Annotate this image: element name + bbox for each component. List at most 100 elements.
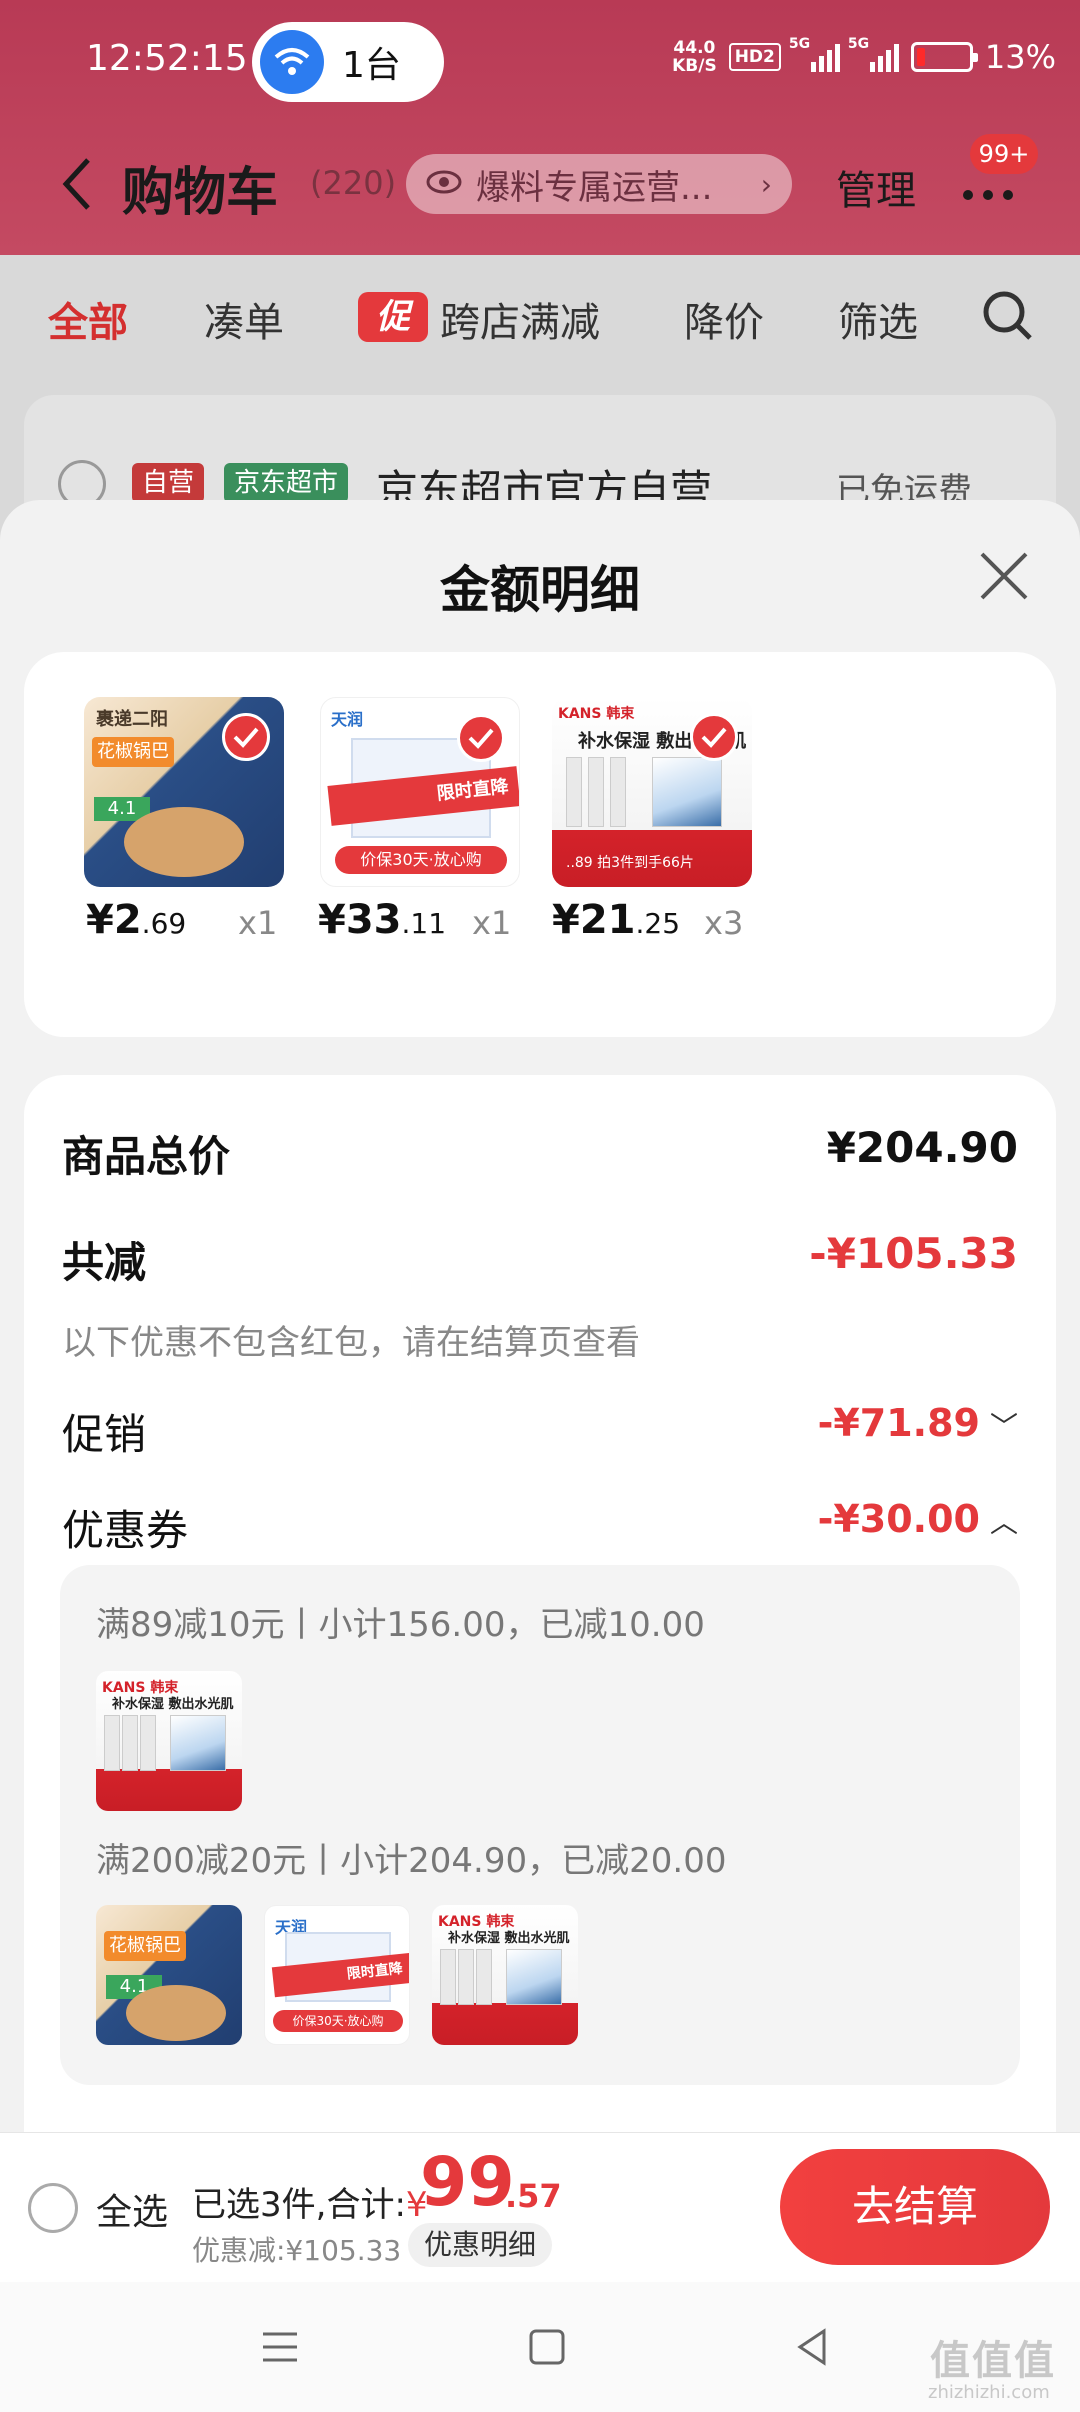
- total-reduction-label: 共减: [62, 1238, 147, 1287]
- promotion-row[interactable]: -¥71.89 ﹀: [818, 1401, 1018, 1445]
- total-reduction-value: -¥105.33: [809, 1229, 1018, 1278]
- coupon-value: -¥30.00: [817, 1497, 980, 1541]
- status-bar: 12:52:15 1台 44.0 KB/S HD2 5G 5G 13%: [0, 20, 1080, 106]
- promotion-label: 促销: [62, 1410, 147, 1459]
- back-triangle-icon[interactable]: [788, 2322, 838, 2372]
- scoop-label: 爆料专属运营...: [476, 167, 713, 208]
- product-image-milk: 天润 限时直降 价保30天·放心购: [320, 697, 520, 887]
- product-item[interactable]: KANS 韩束 补水保湿 敷出水光肌 ..89 拍3件到手66片: [552, 697, 752, 887]
- signal2-label: 5G: [847, 36, 870, 52]
- image-tag-text: 花椒锅巴: [92, 737, 174, 767]
- product-image-mask: KANS 韩束 补水保湿 敷出水光肌 ..89 拍3件到手66片: [552, 697, 752, 887]
- watermark-logo: 值值值: [930, 2338, 1056, 2384]
- checkout-bar: 全选 已选3件,合计:¥ 99 .57 优惠减:¥105.33 优惠明细 去结算: [0, 2132, 1080, 2282]
- net-speed: 44.0 KB/S: [672, 39, 717, 75]
- coupon-product-thumb: KANS 韩束 补水保湿 敷出水光肌: [96, 1671, 242, 1811]
- product-item[interactable]: 裹递二阳 花椒锅巴 4.1: [84, 697, 284, 887]
- battery-icon: [910, 42, 978, 72]
- chevron-right-icon: ›: [760, 167, 772, 201]
- back-arrow-icon[interactable]: [58, 154, 98, 214]
- tab-cross-store[interactable]: 跨店满减: [440, 290, 600, 348]
- cart-count: (220): [310, 164, 397, 202]
- promotion-value: -¥71.89: [817, 1401, 980, 1445]
- page-title: 购物车: [122, 163, 279, 223]
- amount-detail-sheet: 金额明细 裹递二阳 花椒锅巴 4.1 ¥2.69 x1 天润 限时直降 价保30…: [0, 500, 1080, 2135]
- tab-all[interactable]: 全部: [48, 290, 128, 348]
- reduction-note: 以下优惠不包含红包，请在结算页查看: [62, 1323, 640, 1363]
- status-time: 12:52:15: [86, 38, 248, 79]
- total-amount-dec: .57: [505, 2177, 562, 2215]
- menu-icon[interactable]: [255, 2322, 305, 2372]
- coupon-rule-2: 满200减20元丨小计204.90，已减20.00: [96, 1841, 727, 1881]
- coupon-rule-1: 满89减10元丨小计156.00，已减10.00: [96, 1605, 705, 1645]
- net-speed-value: 44.0: [673, 38, 716, 58]
- coupon-row[interactable]: -¥30.00 ︿: [818, 1497, 1018, 1541]
- hd-badge: HD2: [728, 43, 781, 71]
- total-amount-int: 99: [420, 2143, 515, 2222]
- selection-summary: 已选3件,合计:¥: [192, 2177, 428, 2226]
- wifi-cast-icon: [260, 30, 324, 94]
- image-foot-text: ..89 拍3件到手66片: [566, 855, 694, 871]
- total-price-label: 商品总价: [62, 1132, 231, 1181]
- signal-5g-icon: 5G: [789, 36, 840, 72]
- manage-button[interactable]: 管理: [836, 158, 916, 216]
- tab-filter[interactable]: 筛选: [838, 290, 918, 348]
- thumb-foot-text: 价保30天·放心购: [273, 2010, 403, 2032]
- supermarket-tag: 京东超市: [224, 463, 349, 503]
- coupon-product-thumb: 天润 限时直降 价保30天·放心购: [264, 1905, 410, 2045]
- message-badge: 99+: [970, 134, 1038, 174]
- product-price: ¥33.11: [318, 897, 447, 943]
- watermark-url: zhizhizhi.com: [928, 2382, 1050, 2403]
- select-all-label[interactable]: 全选: [96, 2183, 168, 2235]
- product-price: ¥21.25: [552, 897, 681, 943]
- check-icon: [690, 713, 738, 761]
- checkout-button[interactable]: 去结算: [780, 2149, 1050, 2265]
- nav-bar: 购物车 (220) 爆料专属运营... › 管理: [0, 140, 1080, 230]
- image-brand-text: 裹递二阳: [96, 709, 168, 730]
- system-nav-bar: [0, 2282, 1080, 2412]
- status-indicators: 44.0 KB/S HD2 5G 5G 13%: [672, 36, 1056, 76]
- self-operated-tag: 自营: [132, 463, 205, 503]
- tab-price-drop[interactable]: 降价: [684, 290, 764, 348]
- cast-pill[interactable]: 1台: [252, 22, 444, 102]
- promo-tag-icon: 促: [358, 292, 428, 342]
- thumb-head-text: 补水保湿 敷出水光肌: [112, 1697, 234, 1712]
- product-qty: x3: [704, 904, 744, 942]
- discount-summary: 优惠减:¥105.33: [192, 2234, 402, 2267]
- search-icon[interactable]: [980, 288, 1036, 344]
- net-speed-unit: KB/S: [672, 56, 717, 76]
- product-qty: x1: [472, 904, 512, 942]
- chevron-up-icon: ︿: [989, 1506, 1018, 1539]
- check-icon: [457, 714, 505, 762]
- eye-icon: [426, 164, 462, 204]
- price-detail-card: 商品总价 ¥204.90 共减 -¥105.33 以下优惠不包含红包，请在结算页…: [24, 1075, 1056, 2135]
- thumb-head-text: 补水保湿 敷出水光肌: [448, 1931, 570, 1946]
- signal-5g-icon-2: 5G: [848, 36, 899, 72]
- coupon-product-thumb: 花椒锅巴 4.1: [96, 1905, 242, 2045]
- image-logo-text: KANS 韩束: [558, 706, 635, 722]
- tab-bundle[interactable]: 凑单: [204, 290, 284, 348]
- product-item[interactable]: 天润 限时直降 价保30天·放心购: [320, 697, 520, 887]
- thumb-tag-text: 花椒锅巴: [104, 1931, 186, 1961]
- coupon-product-thumb: KANS 韩束 补水保湿 敷出水光肌: [432, 1905, 578, 2045]
- discount-detail-button[interactable]: 优惠明细: [408, 2223, 553, 2267]
- cast-label: 1台: [342, 45, 401, 86]
- check-icon: [222, 713, 270, 761]
- image-logo-text: 天润: [331, 710, 364, 729]
- sheet-title: 金额明细: [440, 561, 640, 619]
- select-all-radio[interactable]: [28, 2183, 78, 2233]
- coupon-label: 优惠券: [62, 1506, 189, 1555]
- battery-percent: 13%: [984, 38, 1056, 76]
- product-price: ¥2.69: [86, 897, 187, 943]
- home-icon[interactable]: [522, 2322, 572, 2372]
- coupon-detail-box: 满89减10元丨小计156.00，已减10.00 KANS 韩束 补水保湿 敷出…: [60, 1565, 1020, 2085]
- chevron-down-icon: ﹀: [989, 1410, 1018, 1443]
- close-icon[interactable]: [976, 548, 1032, 604]
- summary-text: 已选3件,合计:: [192, 2185, 406, 2225]
- scoop-ops-pill[interactable]: 爆料专属运营... ›: [406, 154, 792, 214]
- signal1-label: 5G: [788, 36, 811, 52]
- product-image-chips: 裹递二阳 花椒锅巴 4.1: [84, 697, 284, 887]
- filter-tabs: 全部 凑单 促 跨店满减 降价 筛选: [0, 280, 1080, 350]
- total-price-value: ¥204.90: [826, 1123, 1018, 1172]
- selected-products-card: 裹递二阳 花椒锅巴 4.1 ¥2.69 x1 天润 限时直降 价保30天·放心购…: [24, 652, 1056, 1037]
